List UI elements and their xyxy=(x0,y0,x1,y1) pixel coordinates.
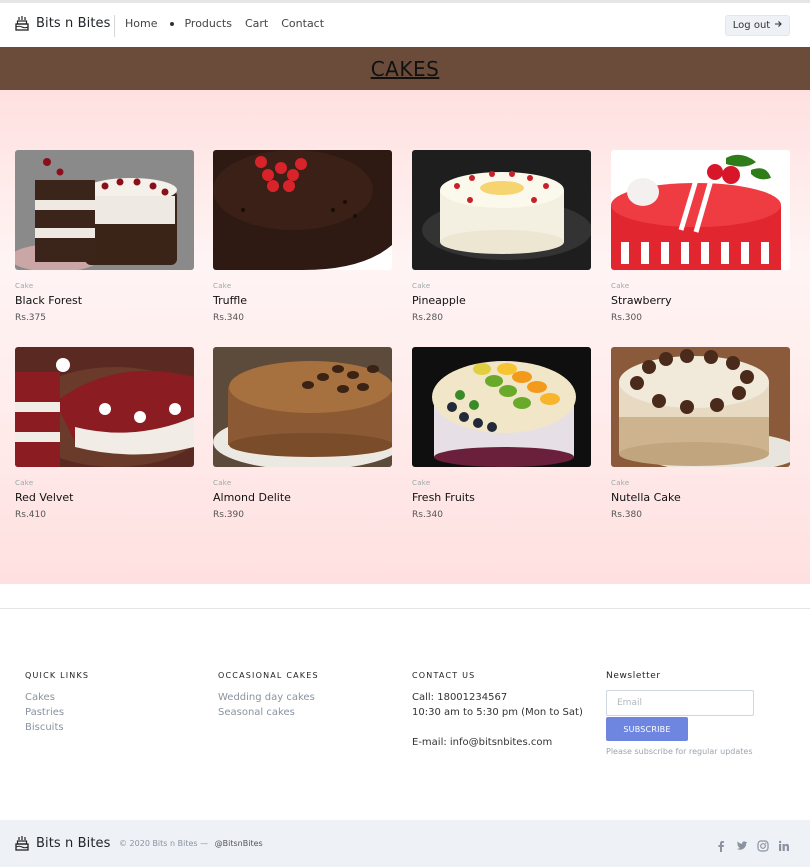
product-category: Cake xyxy=(412,479,431,487)
nav-active-dot xyxy=(170,21,175,26)
nav-contact-link[interactable]: Contact xyxy=(281,17,324,30)
product-card[interactable]: Cake Fresh Fruits Rs.340 xyxy=(412,347,591,520)
arrow-right-icon xyxy=(774,20,782,31)
product-card[interactable]: Cake Black Forest Rs.375 xyxy=(15,150,194,323)
newsletter-heading: Newsletter xyxy=(606,671,661,681)
footer-brand[interactable]: Bits n Bites xyxy=(15,835,111,851)
product-price: Rs.340 xyxy=(412,510,443,520)
contact-hours: 10:30 am to 5:30 pm (Mon to Sat) xyxy=(412,707,583,718)
product-name[interactable]: Nutella Cake xyxy=(611,491,790,504)
page-title: CAKES xyxy=(370,56,440,81)
twitter-icon[interactable] xyxy=(736,837,748,850)
contact-email: E-mail: info@bitsnbites.com xyxy=(412,737,553,748)
product-card[interactable]: Cake Strawberry Rs.300 xyxy=(611,150,790,323)
nav-home-link[interactable]: Home xyxy=(125,17,157,30)
copyright-label: © 2020 Bits n Bites — xyxy=(119,839,209,848)
logout-label: Log out xyxy=(732,20,771,31)
product-name[interactable]: Strawberry xyxy=(611,294,790,307)
nav-products-link[interactable]: Products xyxy=(184,17,232,30)
contact-phone: Call: 18001234567 xyxy=(412,692,508,703)
footer-link-pastries[interactable]: Pastries xyxy=(25,705,89,720)
bottom-bar: Bits n Bites © 2020 Bits n Bites — @Bits… xyxy=(0,820,810,867)
almond-delite-cake-image[interactable] xyxy=(213,347,392,467)
product-card[interactable]: Cake Almond Delite Rs.390 xyxy=(213,347,392,520)
footer-link-wedding-cakes[interactable]: Wedding day cakes xyxy=(218,690,319,705)
brand-name: Bits n Bites xyxy=(36,15,111,31)
social-links xyxy=(715,837,790,852)
black-forest-cake-image[interactable] xyxy=(15,150,194,270)
occasional-cakes-heading: OCCASIONAL CAKES xyxy=(218,671,319,680)
occasional-cakes-section: OCCASIONAL CAKES Wedding day cakes Seaso… xyxy=(218,671,319,720)
product-price: Rs.410 xyxy=(15,510,46,520)
footer-brand-name: Bits n Bites xyxy=(36,835,111,851)
product-category: Cake xyxy=(15,282,34,290)
product-name[interactable]: Pineapple xyxy=(412,294,591,307)
quick-links-heading: QUICK LINKS xyxy=(25,671,90,680)
product-name[interactable]: Red Velvet xyxy=(15,491,194,504)
product-name[interactable]: Almond Delite xyxy=(213,491,392,504)
cake-icon xyxy=(15,15,29,31)
newsletter-email-input[interactable] xyxy=(606,690,754,716)
product-card[interactable]: Cake Red Velvet Rs.410 xyxy=(15,347,194,520)
footer-link-biscuits[interactable]: Biscuits xyxy=(25,720,89,735)
product-price: Rs.375 xyxy=(15,313,46,323)
footer-divider xyxy=(0,608,810,609)
fresh-fruits-cake-image[interactable] xyxy=(412,347,591,467)
product-name[interactable]: Truffle xyxy=(213,294,392,307)
product-name[interactable]: Black Forest xyxy=(15,294,194,307)
footer-link-seasonal-cakes[interactable]: Seasonal cakes xyxy=(218,705,319,720)
product-category: Cake xyxy=(611,282,630,290)
cake-icon xyxy=(15,835,29,851)
nav-links: Home Products Cart Contact xyxy=(125,17,324,30)
category-banner: CAKES xyxy=(0,47,810,90)
nav-cart-link[interactable]: Cart xyxy=(245,17,268,30)
product-category: Cake xyxy=(611,479,630,487)
subscribe-button[interactable]: SUBSCRIBE xyxy=(606,717,688,741)
strawberry-cake-image[interactable] xyxy=(611,150,790,270)
social-handle-link[interactable]: @BitsnBites xyxy=(215,839,263,848)
red-velvet-cake-image[interactable] xyxy=(15,347,194,467)
product-name[interactable]: Fresh Fruits xyxy=(412,491,591,504)
newsletter-note: Please subscribe for regular updates xyxy=(606,747,753,756)
product-card[interactable]: Cake Nutella Cake Rs.380 xyxy=(611,347,790,520)
contact-section: CONTACT US Call: 18001234567 10:30 am to… xyxy=(412,671,583,750)
quick-links-section: QUICK LINKS Cakes Pastries Biscuits xyxy=(25,671,89,735)
product-price: Rs.390 xyxy=(213,510,244,520)
logout-button[interactable]: Log out xyxy=(725,15,790,36)
contact-heading: CONTACT US xyxy=(412,671,476,680)
newsletter-section: Newsletter SUBSCRIBE Please subscribe fo… xyxy=(606,671,754,756)
product-category: Cake xyxy=(412,282,431,290)
product-card[interactable]: Cake Pineapple Rs.280 xyxy=(412,150,591,323)
product-price: Rs.380 xyxy=(611,510,642,520)
product-category: Cake xyxy=(213,479,232,487)
footer-link-cakes[interactable]: Cakes xyxy=(25,690,89,705)
product-category: Cake xyxy=(15,479,34,487)
navbar: Bits n Bites Home Products Cart Contact … xyxy=(0,3,810,47)
product-category: Cake xyxy=(213,282,232,290)
nutella-cake-image[interactable] xyxy=(611,347,790,467)
brand[interactable]: Bits n Bites xyxy=(15,15,111,31)
linkedin-icon[interactable] xyxy=(778,837,790,851)
product-price: Rs.300 xyxy=(611,313,642,323)
product-grid: Cake Black Forest Rs.375 Cake Truffle Rs… xyxy=(0,90,810,584)
product-price: Rs.340 xyxy=(213,313,244,323)
nav-divider xyxy=(114,15,115,37)
product-card[interactable]: Cake Truffle Rs.340 xyxy=(213,150,392,323)
facebook-icon[interactable] xyxy=(715,837,727,852)
truffle-cake-image[interactable] xyxy=(213,150,392,270)
instagram-icon[interactable] xyxy=(757,837,769,852)
pineapple-cake-image[interactable] xyxy=(412,150,591,270)
product-price: Rs.280 xyxy=(412,313,443,323)
copyright-text: © 2020 Bits n Bites — @BitsnBites xyxy=(119,839,263,848)
